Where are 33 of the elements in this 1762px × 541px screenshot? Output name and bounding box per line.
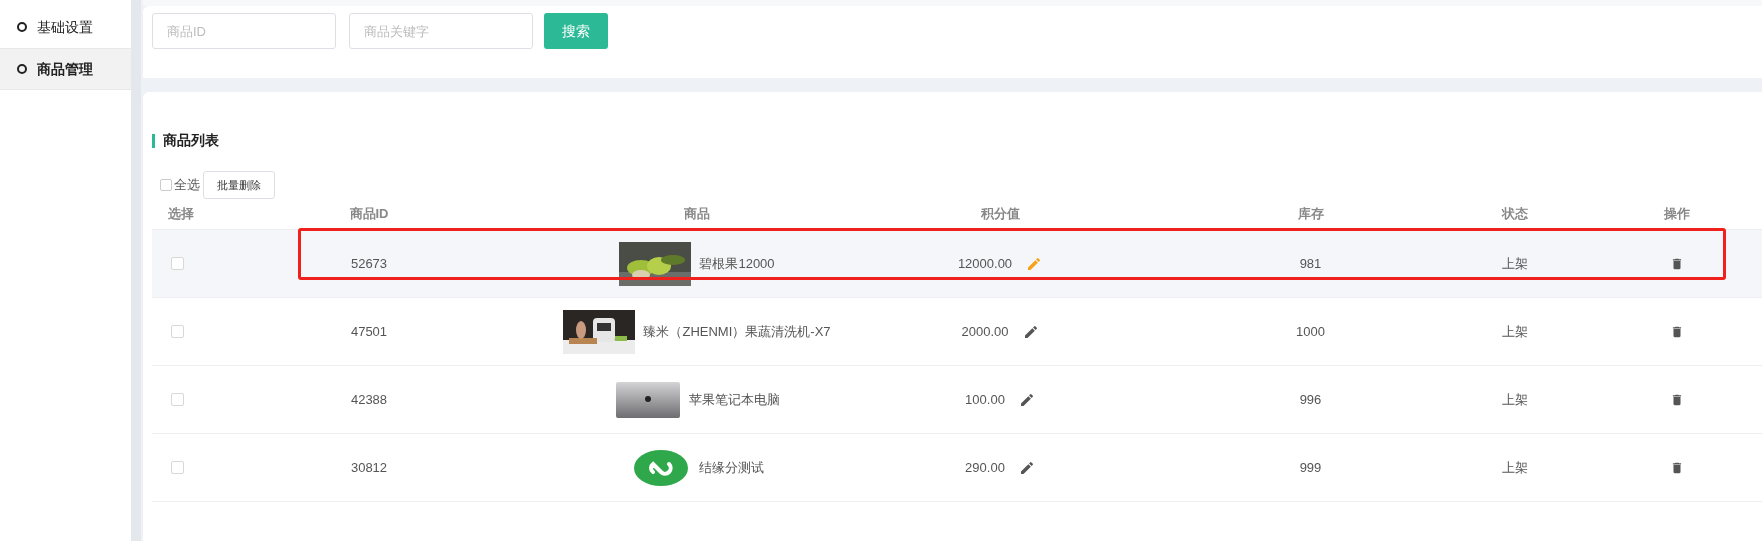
product-name: 苹果笔记本电脑 — [688, 390, 780, 409]
table-cell-text: 30812 — [350, 458, 388, 477]
product-name: 臻米（ZHENMI）果蔬清洗机-X7 — [643, 322, 831, 341]
table-cell-text: 47501 — [350, 322, 388, 341]
table-cell-text: 290.00 — [965, 458, 1005, 477]
column-header: 商品 — [684, 205, 710, 224]
table-cell-text: 上架 — [1502, 254, 1528, 273]
search-field[interactable]: 商品ID — [152, 13, 336, 49]
select-all-checkbox[interactable]: 全选 — [160, 175, 200, 195]
column-header: 库存 — [1297, 205, 1324, 224]
table-cell-text: 12000.00 — [957, 254, 1013, 273]
table-cell-text: 100.00 — [965, 390, 1005, 409]
search-field[interactable]: 商品关键字 — [349, 13, 533, 49]
column-header: 操作 — [1662, 205, 1690, 224]
table-cell-text: 52673 — [350, 254, 388, 273]
table-cell-text: 上架 — [1502, 322, 1528, 341]
table-cell-text: 上架 — [1502, 390, 1528, 409]
batch-delete-button[interactable]: 批量删除 — [203, 171, 275, 199]
column-header: 积分值 — [980, 205, 1020, 224]
column-header: 选择 — [167, 205, 194, 224]
table-cell-text: 999 — [1299, 458, 1322, 477]
table-cell-text: 42388 — [350, 390, 388, 409]
product-name: 碧根果12000 — [699, 254, 775, 273]
section-title: 商品列表 — [163, 131, 219, 150]
column-header: 商品ID — [349, 205, 389, 224]
table-cell-text: 2000.00 — [961, 322, 1009, 341]
table-cell-text: 981 — [1299, 254, 1322, 273]
table-cell-text: 上架 — [1502, 458, 1528, 477]
column-header: 状态 — [1502, 205, 1528, 224]
product-name: 结缘分测试 — [698, 458, 764, 477]
sidebar-item[interactable]: 商品管理 — [0, 48, 131, 90]
table-cell-text: 1000 — [1296, 322, 1325, 341]
table-cell-text: 996 — [1299, 390, 1322, 409]
